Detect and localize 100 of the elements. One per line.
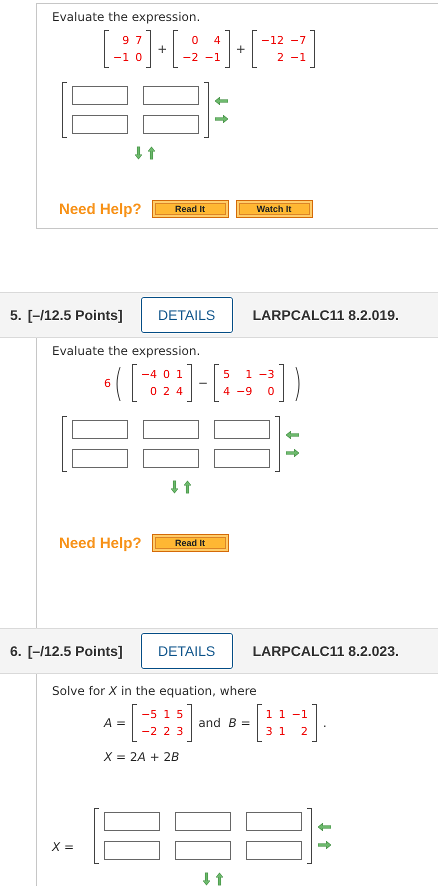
help-button[interactable]: Watch It — [236, 200, 313, 218]
equation-text: . — [322, 716, 327, 730]
matrix-bracket — [132, 364, 137, 402]
matrix-bracket — [278, 364, 284, 402]
matrix-entry: 2 — [300, 725, 308, 738]
matrix-bracket — [173, 30, 178, 68]
need-help-label: Need Help? — [59, 534, 142, 552]
up-arrow-icon[interactable] — [184, 480, 190, 494]
matrix-bracket — [62, 82, 67, 138]
operator: + — [236, 42, 246, 56]
matrix-entry: 1 — [244, 368, 252, 381]
matrix-entry: 4 — [176, 385, 184, 398]
answer-input[interactable] — [246, 812, 302, 831]
answer-input[interactable] — [175, 841, 232, 860]
matrix-entry: 0 — [163, 368, 170, 381]
equation-text: X = 2A + 2B — [104, 750, 180, 764]
down-arrow-icon[interactable] — [135, 146, 142, 160]
answer-input[interactable] — [214, 420, 270, 439]
left-arrow-icon[interactable] — [215, 97, 228, 105]
down-arrow-icon[interactable] — [170, 480, 178, 494]
matrix-entry: 3 — [266, 725, 273, 738]
matrix-entry: −2 — [141, 725, 158, 738]
matrix-bracket — [275, 416, 280, 472]
details-button[interactable]: DETAILS — [140, 297, 233, 333]
matrix-entry: 1 — [266, 708, 273, 721]
matrix-bracket — [62, 416, 67, 472]
answer-input[interactable] — [143, 115, 199, 134]
matrix-entry: 9 — [121, 34, 130, 47]
matrix-bracket — [187, 364, 192, 402]
left-arrow-icon[interactable] — [286, 431, 299, 439]
matrix-entry: −2 — [182, 51, 198, 64]
matrix-entry: 2 — [163, 385, 170, 398]
matrix-entry: 1 — [278, 708, 286, 721]
question-code: LARPCALC11 8.2.019. — [252, 307, 399, 323]
equation-text: and B = — [198, 716, 251, 730]
matrix-entry: 0 — [149, 385, 158, 398]
matrix-entry: 0 — [266, 385, 275, 398]
up-arrow-icon[interactable] — [148, 146, 155, 160]
matrix-entry: −3 — [258, 368, 275, 381]
matrix-entry: −1 — [290, 51, 306, 64]
question-prompt: Solve for X in the equation, where — [52, 684, 258, 698]
matrix-bracket — [252, 30, 257, 68]
answer-input[interactable] — [72, 420, 128, 439]
matrix-entry: 1 — [176, 368, 184, 381]
answer-input[interactable] — [104, 841, 160, 860]
question-number: 6. — [10, 643, 22, 659]
matrix-bracket — [214, 364, 220, 402]
parenthesis: ) — [292, 364, 302, 402]
matrix-entry: −4 — [140, 368, 158, 381]
matrix-entry: −9 — [236, 385, 252, 398]
equation-text: A = — [104, 716, 126, 730]
down-arrow-icon[interactable] — [202, 872, 210, 886]
matrix-entry: 0 — [190, 34, 198, 47]
matrix-entry: 0 — [135, 51, 142, 64]
matrix-bracket — [104, 30, 109, 68]
matrix-entry: 2 — [163, 725, 170, 738]
matrix-entry: 2 — [276, 51, 284, 64]
answer-input[interactable] — [72, 115, 128, 134]
matrix-entry: 4 — [212, 34, 221, 47]
help-button[interactable]: Read It — [152, 200, 229, 218]
matrix-bracket — [132, 704, 138, 742]
question-code: LARPCALC11 8.2.023. — [252, 643, 399, 659]
right-arrow-icon[interactable] — [318, 841, 332, 849]
operator: − — [198, 376, 208, 390]
answer-input[interactable] — [72, 449, 128, 468]
matrix-bracket — [307, 808, 312, 864]
matrix-bracket — [187, 704, 192, 742]
right-arrow-icon[interactable] — [215, 115, 228, 123]
answer-input[interactable] — [104, 812, 160, 831]
answer-input[interactable] — [214, 449, 270, 468]
left-arrow-icon[interactable] — [318, 823, 332, 831]
right-arrow-icon[interactable] — [286, 449, 299, 457]
matrix-entry: 3 — [176, 725, 184, 738]
matrix-bracket — [224, 30, 230, 68]
answer-input[interactable] — [246, 841, 302, 860]
matrix-entry: −1 — [292, 708, 308, 721]
matrix-entry: 5 — [223, 368, 230, 381]
help-button[interactable]: Read It — [152, 534, 229, 552]
scalar: 6 — [104, 376, 111, 390]
matrix-entry: −5 — [141, 708, 158, 721]
matrix-bracket — [312, 704, 317, 742]
matrix-bracket — [94, 808, 100, 864]
answer-input[interactable] — [175, 812, 232, 831]
matrix-entry: −12 — [260, 34, 284, 47]
answer-input[interactable] — [143, 420, 199, 439]
details-button[interactable]: DETAILS — [140, 633, 233, 669]
matrix-entry: −7 — [290, 34, 306, 47]
answer-label: X = — [52, 840, 74, 854]
matrix-entry: 7 — [135, 34, 142, 47]
matrix-entry: 1 — [163, 708, 170, 721]
operator: + — [157, 42, 168, 56]
question-number: 5. — [10, 307, 22, 323]
answer-input[interactable] — [143, 86, 199, 105]
matrix-entry: −1 — [113, 51, 130, 64]
parenthesis: ( — [114, 364, 123, 402]
answer-input[interactable] — [72, 86, 128, 105]
up-arrow-icon[interactable] — [216, 872, 223, 886]
matrix-entry: 1 — [278, 725, 286, 738]
matrix-entry: −1 — [204, 51, 221, 64]
answer-input[interactable] — [143, 449, 199, 468]
